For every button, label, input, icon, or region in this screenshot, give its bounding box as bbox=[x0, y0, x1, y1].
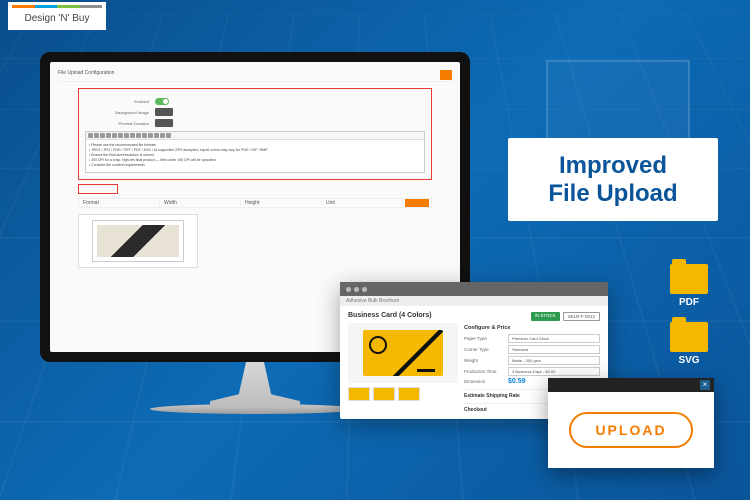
upload-dialog: × UPLOAD bbox=[548, 378, 714, 468]
format-table-row: Format Width Height Unit bbox=[78, 198, 432, 208]
pdf-folder: PDF bbox=[668, 264, 710, 308]
product-main-image[interactable] bbox=[348, 323, 458, 383]
svg-folder: SVG bbox=[668, 322, 710, 366]
configure-title: Configure & Price bbox=[464, 325, 600, 331]
brand-name: Design 'N' Buy bbox=[25, 13, 90, 24]
upload-button[interactable]: UPLOAD bbox=[569, 412, 692, 448]
config-highlight-main: Enabled Background Image Preview Duratio… bbox=[78, 88, 432, 180]
admin-header: File Upload Configuration bbox=[58, 70, 452, 82]
rte-editor[interactable]: • Please use the recommended file format… bbox=[85, 131, 425, 173]
dialog-titlebar: × bbox=[548, 378, 714, 392]
enabled-toggle[interactable] bbox=[155, 98, 169, 105]
product-title: Business Card (4 Colors) bbox=[348, 312, 458, 319]
config-highlight-tab bbox=[78, 184, 118, 194]
folder-icon bbox=[670, 322, 708, 352]
row-action-button[interactable] bbox=[405, 199, 429, 207]
weight-select[interactable]: Matte - 300 gsm bbox=[508, 356, 600, 365]
close-icon[interactable]: × bbox=[700, 380, 710, 390]
paper-type-select[interactable]: Premium Card Stock bbox=[508, 334, 600, 343]
brand-logo: Design 'N' Buy bbox=[8, 2, 106, 30]
production-time-select[interactable]: 3 Business Days - $0.00 bbox=[508, 367, 600, 376]
corner-type-select[interactable]: Standard bbox=[508, 345, 600, 354]
product-thumbnails[interactable] bbox=[348, 387, 458, 401]
folder-icon bbox=[670, 264, 708, 294]
sku-badge: SKU# F-0012 bbox=[563, 312, 600, 321]
template-preview bbox=[78, 214, 198, 268]
bg-image-chip[interactable] bbox=[155, 108, 173, 116]
stock-badge: IN STOCK bbox=[531, 312, 560, 321]
breadcrumb[interactable]: Adhesive Bulk Brochure bbox=[340, 296, 608, 306]
duration-chip[interactable] bbox=[155, 119, 173, 127]
rte-toolbar bbox=[86, 132, 424, 140]
unit-price: $0.59 bbox=[508, 378, 526, 385]
feature-headline: ImprovedFile Upload bbox=[508, 138, 718, 221]
window-titlebar bbox=[340, 282, 608, 296]
